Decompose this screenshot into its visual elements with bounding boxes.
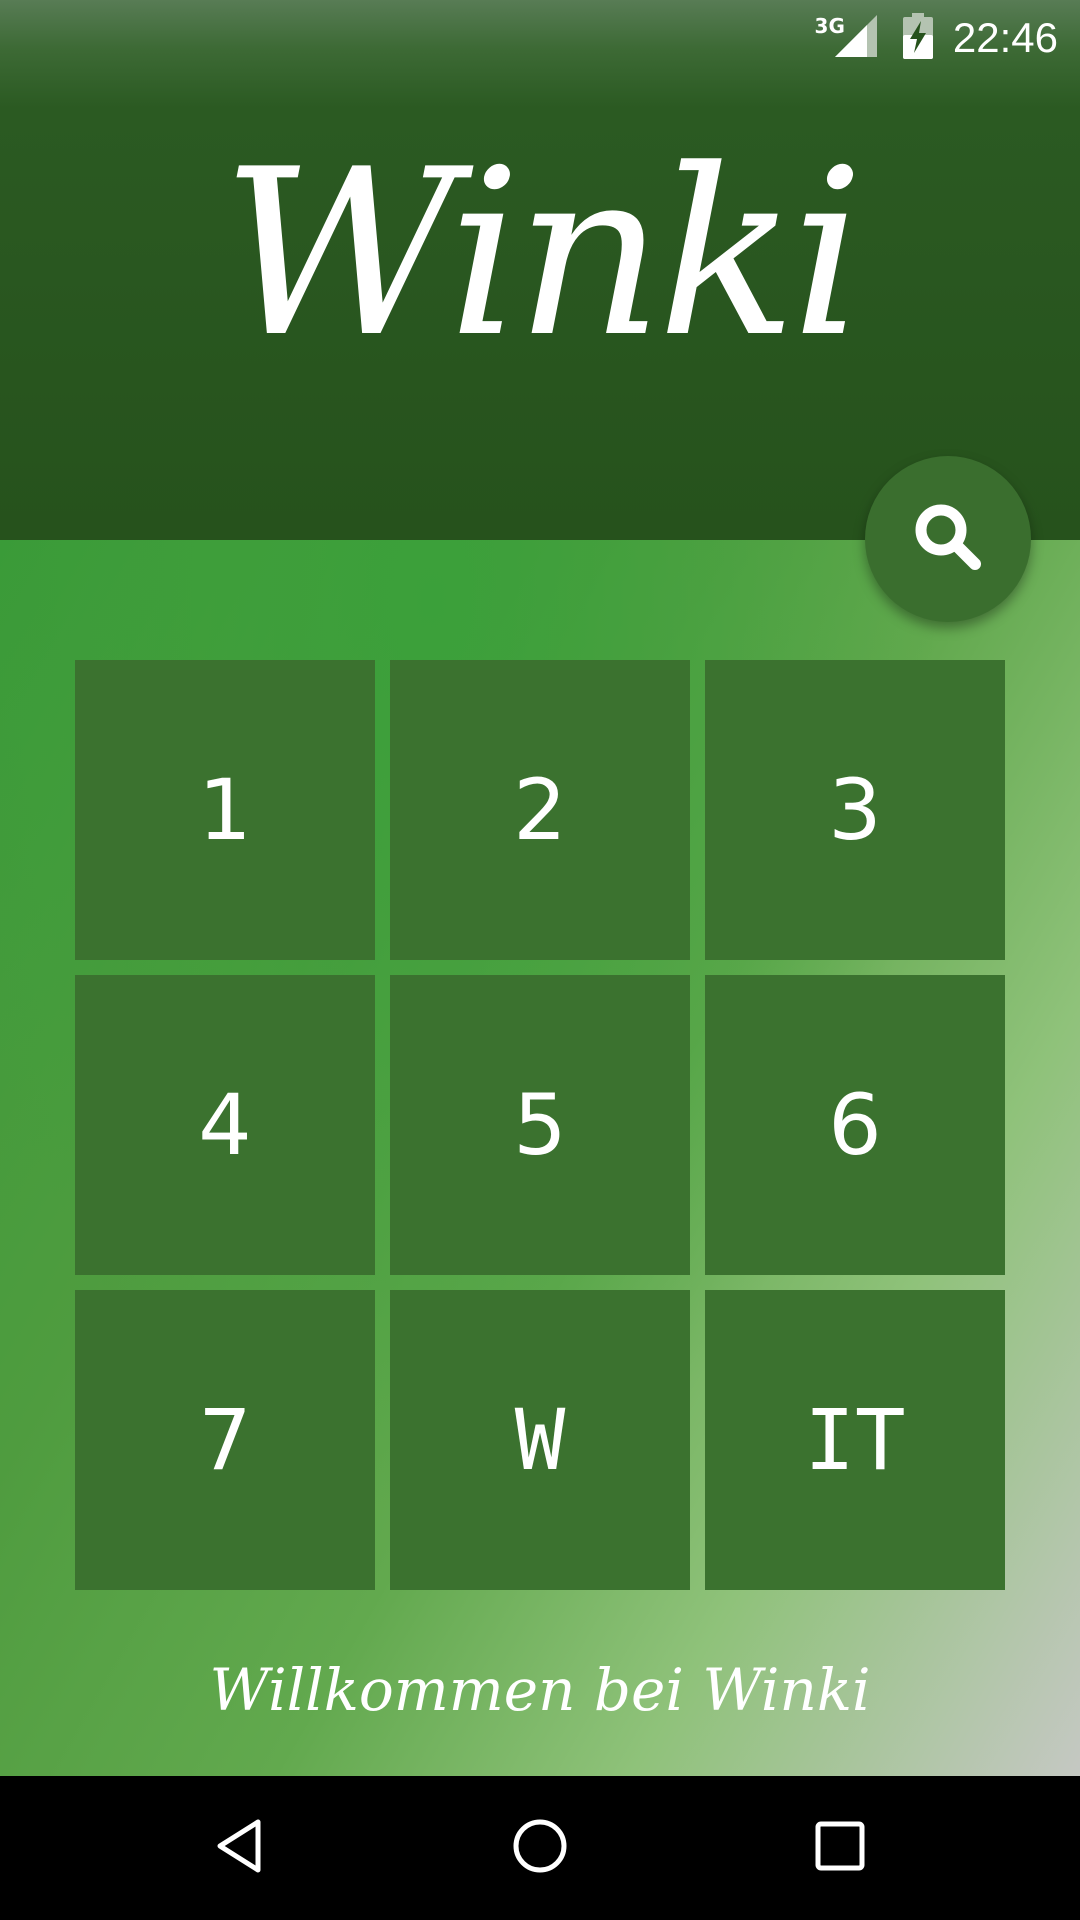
tile-3[interactable]: 3	[705, 660, 1005, 960]
tile-label: 5	[513, 1076, 567, 1174]
tile-label: 1	[198, 761, 252, 859]
search-button[interactable]	[865, 456, 1031, 622]
tile-label: 3	[828, 761, 882, 859]
tile-label: 2	[513, 761, 567, 859]
recents-button[interactable]	[790, 1798, 890, 1898]
network-type-label: 3G	[814, 14, 845, 38]
tile-it[interactable]: IT	[705, 1290, 1005, 1590]
home-icon	[508, 1814, 572, 1882]
back-icon	[208, 1814, 272, 1882]
tile-6[interactable]: 6	[705, 975, 1005, 1275]
tile-5[interactable]: 5	[390, 975, 690, 1275]
tile-7[interactable]: 7	[75, 1290, 375, 1590]
tile-label: W	[514, 1391, 566, 1489]
app-header: 3G 22:46 Winki	[0, 0, 1080, 540]
tile-label: 6	[828, 1076, 882, 1174]
tile-label: 4	[198, 1076, 252, 1174]
back-button[interactable]	[190, 1798, 290, 1898]
status-bar: 3G 22:46	[0, 0, 1080, 76]
app-title-logo: Winki	[221, 121, 865, 388]
status-icons: 3G 22:46	[815, 12, 1058, 64]
battery-charging-icon	[902, 13, 933, 63]
tile-w[interactable]: W	[390, 1290, 690, 1590]
main-area: 1 2 3 4 5 6 7 W IT	[0, 540, 1080, 1776]
search-icon	[908, 497, 988, 581]
tile-label: IT	[804, 1391, 906, 1489]
clock: 22:46	[952, 14, 1058, 61]
tile-4[interactable]: 4	[75, 975, 375, 1275]
recents-icon	[808, 1814, 872, 1882]
tile-2[interactable]: 2	[390, 660, 690, 960]
navigation-bar	[0, 1776, 1080, 1920]
tile-label: 7	[198, 1391, 252, 1489]
home-button[interactable]	[490, 1798, 590, 1898]
welcome-text: Willkommen bei Winki	[209, 1656, 871, 1724]
tile-1[interactable]: 1	[75, 660, 375, 960]
